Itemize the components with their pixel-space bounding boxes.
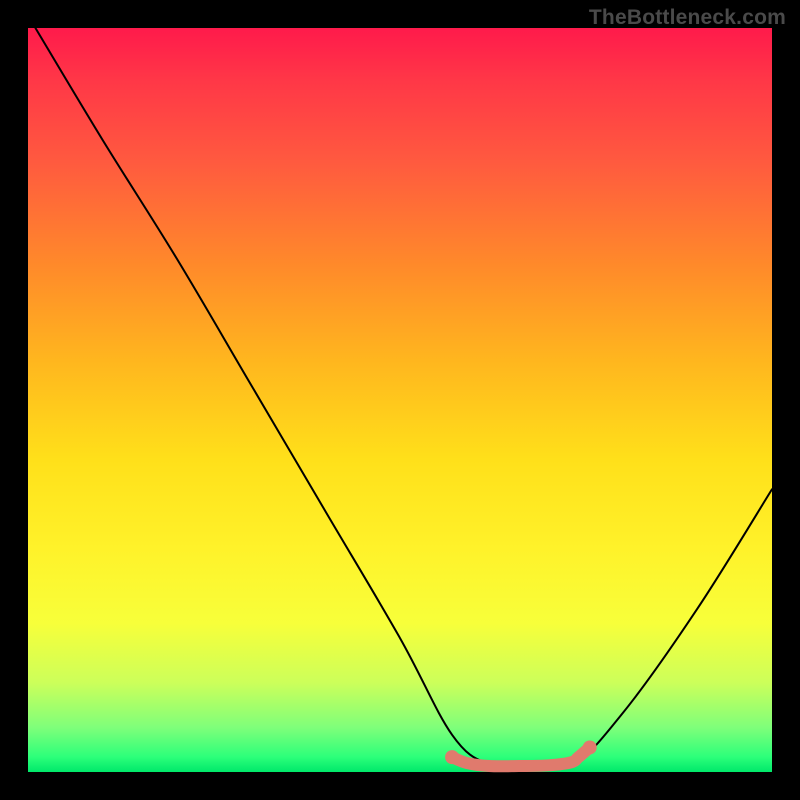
optimal-range-endpoint (445, 750, 459, 764)
plot-area (28, 28, 772, 772)
chart-svg (28, 28, 772, 772)
curve-line (35, 28, 772, 769)
optimal-range-endpoint (583, 740, 597, 754)
chart-stage: TheBottleneck.com (0, 0, 800, 800)
watermark-label: TheBottleneck.com (589, 6, 786, 30)
